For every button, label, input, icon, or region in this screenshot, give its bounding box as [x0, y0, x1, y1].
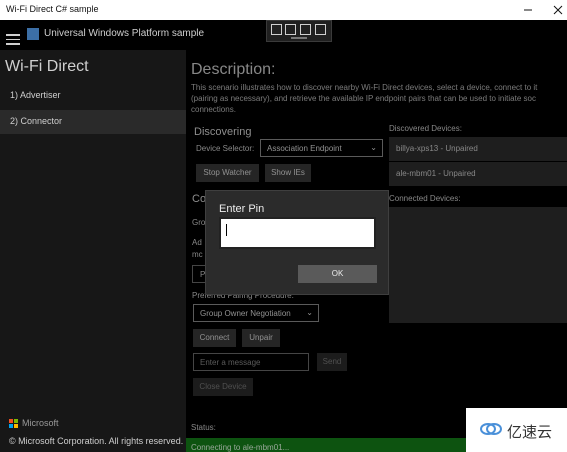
copyright-text: © Microsoft Corporation. All rights rese… — [9, 436, 184, 446]
watermark: 亿速云 — [466, 408, 567, 452]
sidebar-item-label: 2) Connector — [10, 116, 63, 126]
window-title: Wi-Fi Direct C# sample — [6, 4, 99, 14]
window-title-bar: Wi-Fi Direct C# sample — [0, 0, 567, 20]
display-layout-icon[interactable] — [285, 24, 296, 35]
sidebar-item-label: 1) Advertiser — [10, 90, 61, 100]
sidebar-item-connector[interactable]: 2) Connector — [0, 110, 186, 134]
microsoft-brand-text: Microsoft — [22, 418, 59, 428]
hamburger-menu-icon[interactable] — [6, 34, 20, 45]
toggle-adorners-icon[interactable] — [315, 24, 326, 35]
microsoft-logo-icon — [9, 419, 19, 429]
watermark-logo-icon — [480, 423, 502, 435]
app-title: Universal Windows Platform sample — [44, 28, 205, 39]
text-caret — [226, 224, 227, 236]
toolbar-grip[interactable] — [291, 37, 307, 39]
close-icon[interactable] — [548, 0, 567, 20]
dialog-title: Enter Pin — [219, 203, 265, 215]
debug-toolbar — [266, 20, 332, 42]
track-focus-icon[interactable] — [300, 24, 311, 35]
scenario-title: Wi-Fi Direct — [5, 58, 89, 75]
watermark-text: 亿速云 — [507, 424, 553, 441]
select-element-icon[interactable] — [271, 24, 282, 35]
minimize-icon[interactable] — [515, 0, 541, 20]
pin-input[interactable] — [219, 217, 376, 249]
ok-button[interactable]: OK — [298, 265, 377, 283]
app-logo-icon — [27, 28, 39, 40]
sidebar-item-advertiser[interactable]: 1) Advertiser — [0, 84, 186, 108]
enter-pin-dialog: Enter Pin OK — [205, 190, 389, 295]
